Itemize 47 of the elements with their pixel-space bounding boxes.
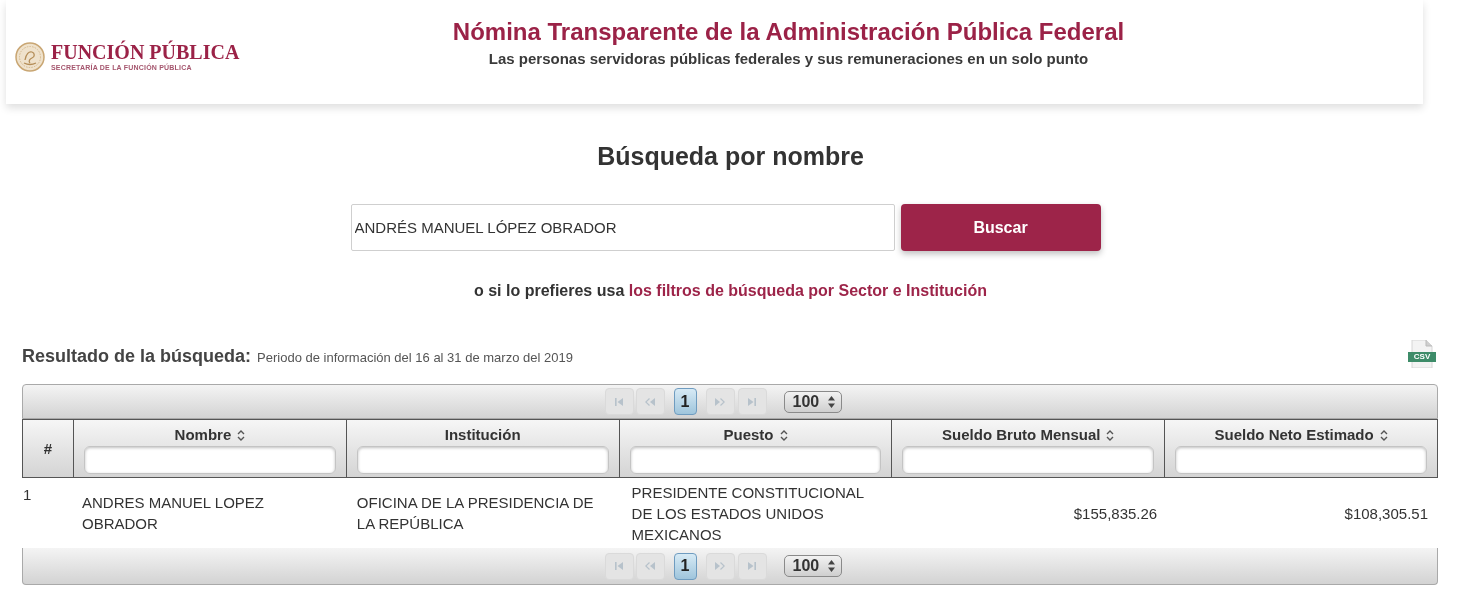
column-title: Institución: [444, 425, 521, 445]
column-title: Sueldo Neto Estimado: [1214, 425, 1374, 445]
seal-icon: [15, 42, 45, 72]
column-title: Nombre: [174, 425, 232, 445]
rewind-icon: [645, 397, 655, 406]
results-period: Periodo de información del 16 al 31 de marzo del 2019: [257, 348, 573, 367]
page-title: Nómina Transparente de la Administración Pública Federal: [452, 18, 1125, 46]
table-cell-text: 1: [22, 485, 33, 505]
column-header[interactable]: Sueldo Neto Estimado: [1164, 420, 1437, 477]
fast-forward-icon: [715, 562, 725, 570]
table-cell-text: OFICINA DE LA PRESIDENCIA DE LA REPÚBLICA: [355, 493, 595, 534]
column-header[interactable]: Sueldo Bruto Mensual: [891, 420, 1165, 477]
page-size-select[interactable]: 100: [783, 555, 842, 577]
search-heading: Búsqueda por nombre: [596, 142, 865, 170]
filter-field[interactable]: [84, 446, 336, 474]
csv-export-button[interactable]: CSV: [1408, 340, 1436, 368]
skip-back-icon: [615, 562, 623, 570]
column-header[interactable]: Puesto: [618, 420, 892, 477]
filter-field[interactable]: [1175, 446, 1427, 474]
search-button[interactable]: Buscar: [900, 204, 1101, 251]
table-cell-text: $155,835.26: [1072, 503, 1159, 524]
table-cell-text: PRESIDENTE CONSTITUCIONAL DE LOS ESTADOS UNIDOS MEXICANOS: [630, 482, 865, 545]
logo-name: FUNCIÓN PÚBLICA: [51, 42, 240, 62]
column-title: #: [43, 438, 53, 459]
filter-field[interactable]: [356, 446, 609, 474]
column-title: Puesto: [723, 425, 774, 445]
table-cell-text: $108,305.51: [1343, 503, 1429, 524]
skip-back-icon: [615, 397, 623, 406]
up-down-arrows-icon: [827, 560, 835, 572]
page-number-button[interactable]: 1: [673, 388, 697, 415]
filter-field[interactable]: [629, 446, 882, 474]
column-header[interactable]: Nombre: [73, 420, 346, 477]
filter-field[interactable]: [902, 446, 1155, 474]
skip-forward-icon: [748, 397, 756, 406]
results-title: Resultado de la búsqueda:: [22, 344, 252, 367]
page-number-button[interactable]: 1: [673, 552, 697, 580]
skip-forward-icon: [748, 562, 756, 570]
page-size-select[interactable]: 100: [783, 390, 842, 413]
up-down-arrows-icon: [827, 395, 835, 408]
search-hint: o si lo prefieres usa los filtros de búsqueda por Sector e Institución: [473, 281, 988, 301]
filters-link[interactable]: los filtros de búsqueda por Sector e Institución: [628, 282, 987, 299]
name-search-field[interactable]: ANDRÉS MANUEL LÓPEZ OBRADOR: [350, 204, 895, 251]
fast-forward-icon: [715, 397, 725, 406]
column-title: Sueldo Bruto Mensual: [942, 425, 1101, 445]
page-subtitle: Las personas servidoras públicas federales y sus remuneraciones en un solo punto: [488, 50, 1089, 68]
rewind-icon: [645, 562, 655, 570]
table-cell-text: ANDRES MANUEL LOPEZ OBRADOR: [81, 493, 265, 534]
